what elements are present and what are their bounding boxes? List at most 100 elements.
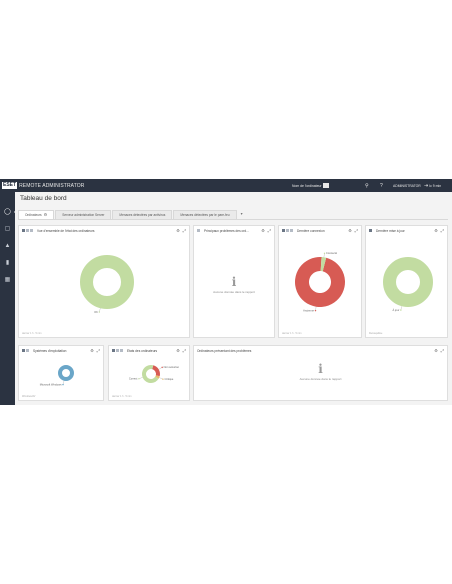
widget-footer: dernier 1 h · 5 min [282, 332, 302, 335]
user-menu[interactable]: ADMINISTRATOR [393, 179, 421, 192]
slice-label: OK [94, 310, 98, 314]
table-view-icon[interactable] [286, 229, 289, 232]
chart-area: OK [80, 255, 134, 314]
donut[interactable]: Non sécurisé Critique Correct [129, 365, 179, 383]
dashboard-tabs: Ordinateurs ⚙ Serveur administration Serv… [18, 210, 448, 220]
tab-server[interactable]: Serveur administration Server [55, 210, 112, 219]
search-icon[interactable]: ⚲ [365, 179, 369, 192]
widget-title: Systèmes d'exploitation [33, 348, 67, 353]
chart-type-icon[interactable] [22, 349, 25, 352]
expand-icon[interactable]: ⤢ [441, 348, 444, 353]
widget-last-update: Dernière mise à jour ⚙ ⤢ À jour Remaquil… [365, 225, 448, 338]
product-name: REMOTE ADMINISTRATOR [19, 182, 85, 189]
chart-type-icon[interactable] [112, 349, 115, 352]
widget-title: États des ordinateurs [127, 348, 158, 353]
help-icon[interactable]: ? [380, 179, 383, 192]
donut[interactable]: À jour [383, 257, 433, 312]
widget-footer: Windows/AV [22, 395, 36, 398]
logout-icon: ⇥ [424, 182, 429, 189]
gear-icon[interactable]: ⚙ [44, 212, 48, 217]
logout-button[interactable]: ⇥ Ic 9 min [424, 179, 441, 192]
info-icon: i [318, 362, 323, 376]
computer-name-search[interactable]: Nom de l'ordinateur [292, 179, 330, 192]
slice-label: Non sécurisé [164, 365, 180, 369]
legend-dot [400, 309, 402, 311]
threats-icon[interactable]: ▲ [4, 243, 11, 250]
chart-area: Microsoft Windows [40, 365, 74, 386]
legend-dot [314, 309, 317, 312]
no-data-message: i Aucune donnée dans le rapport [194, 276, 274, 294]
tab-label: Menaces détectées par antivirus [119, 213, 166, 217]
expand-icon[interactable]: ⤢ [183, 348, 186, 353]
expand-icon[interactable]: ⤢ [441, 228, 444, 233]
widget-title: Dernière mise à jour [376, 228, 405, 233]
dashboard-icon[interactable]: ◯ [4, 209, 11, 216]
widget-header: Dernière connexion ⚙ ⤢ [279, 226, 361, 235]
no-data-text: Aucune donnée dans le rapport [299, 377, 342, 381]
widget-header: Ordinateurs présentant des problèmes ⚙ ⤢ [194, 346, 447, 355]
expand-icon[interactable]: ⤢ [355, 228, 358, 233]
expand-icon[interactable]: ⤢ [97, 348, 100, 353]
widget-footer: Remaquillée [369, 332, 383, 335]
chart-type-icon[interactable] [22, 229, 25, 232]
computer-name-dropdown[interactable] [323, 183, 330, 188]
donut-slice[interactable] [295, 257, 345, 307]
donut[interactable]: Ancienne Connecté [295, 251, 345, 312]
expand-icon[interactable]: ⤢ [183, 228, 186, 233]
widget-last-connection: Dernière connexion ⚙ ⤢ Ancienne Connecté … [278, 225, 362, 338]
chart-type-icon[interactable] [369, 229, 372, 232]
tab-firewall[interactable]: Menaces détectées par le pare-feu [173, 210, 237, 219]
slice-label: Microsoft Windows [40, 382, 62, 386]
logout-timer: Ic 9 min [429, 183, 442, 188]
chart-area: Non sécurisé Critique Correct [129, 365, 179, 383]
donut-slice[interactable] [58, 365, 74, 381]
donut[interactable]: Microsoft Windows [40, 365, 74, 386]
gear-icon[interactable]: ⚙ [348, 228, 352, 233]
widget-header: Systèmes d'exploitation ⚙ ⤢ [19, 346, 103, 355]
eset-logo[interactable]: ESET REMOTE ADMINISTRATOR [2, 182, 85, 189]
refresh-icon[interactable] [30, 229, 33, 232]
table-view-icon[interactable] [116, 349, 119, 352]
slice-label: À jour [393, 308, 400, 312]
add-tab-icon[interactable]: ▾ [238, 210, 246, 219]
widget-operating-systems: Systèmes d'exploitation ⚙ ⤢ Microsoft Wi… [18, 345, 104, 401]
widget-title: Principaux problèmes des ord... [204, 228, 249, 233]
donut[interactable]: OK [80, 255, 134, 314]
slice-label: Correct [129, 377, 138, 381]
active-marker [14, 209, 17, 215]
widget-computers-with-problems: Ordinateurs présentant des problèmes ⚙ ⤢… [193, 345, 448, 401]
gear-icon[interactable]: ⚙ [90, 348, 94, 353]
gear-icon[interactable]: ⚙ [434, 228, 438, 233]
expand-icon[interactable]: ⤢ [268, 228, 271, 233]
tab-label: Serveur administration Server [62, 213, 105, 217]
widget-footer: dernier 1 h · 5 min [112, 395, 132, 398]
logo-box: ESET [2, 182, 18, 189]
gear-icon[interactable]: ⚙ [176, 228, 180, 233]
tab-antivirus[interactable]: Menaces détectées par antivirus [112, 210, 173, 219]
gear-icon[interactable]: ⚙ [176, 348, 180, 353]
widget-top-problems: Principaux problèmes des ord... ⚙ ⤢ i Au… [193, 225, 275, 338]
donut-slice[interactable] [80, 255, 134, 309]
gear-icon[interactable]: ⚙ [434, 348, 438, 353]
refresh-icon[interactable] [290, 229, 293, 232]
refresh-icon[interactable] [120, 349, 123, 352]
donut-slice[interactable] [383, 257, 433, 307]
donut-slice[interactable] [152, 365, 160, 377]
table-view-icon[interactable] [26, 229, 29, 232]
page-title: Tableau de bord [20, 195, 67, 202]
reports-icon[interactable]: ▮ [4, 260, 11, 267]
computers-icon[interactable]: ▢ [4, 226, 11, 233]
no-data-message: i Aucune donnée dans le rapport [194, 363, 447, 381]
gear-icon[interactable]: ⚙ [261, 228, 265, 233]
slice-label: Critique [164, 377, 173, 381]
tab-ordinateurs[interactable]: Ordinateurs ⚙ [18, 210, 55, 219]
widget-title: Ordinateurs présentant des problèmes [197, 348, 252, 353]
widget-title: Vue d'ensemble de l'état des ordinateurs [37, 228, 95, 233]
widget-computer-status: Vue d'ensemble de l'état des ordinateurs… [18, 225, 190, 338]
chart-type-icon[interactable] [282, 229, 285, 232]
refresh-icon[interactable] [26, 349, 29, 352]
widget-header: Vue d'ensemble de l'état des ordinateurs… [19, 226, 189, 235]
slice-label: Connecté [326, 251, 338, 255]
admin-icon[interactable]: ▦ [4, 277, 11, 284]
refresh-icon[interactable] [197, 229, 200, 232]
